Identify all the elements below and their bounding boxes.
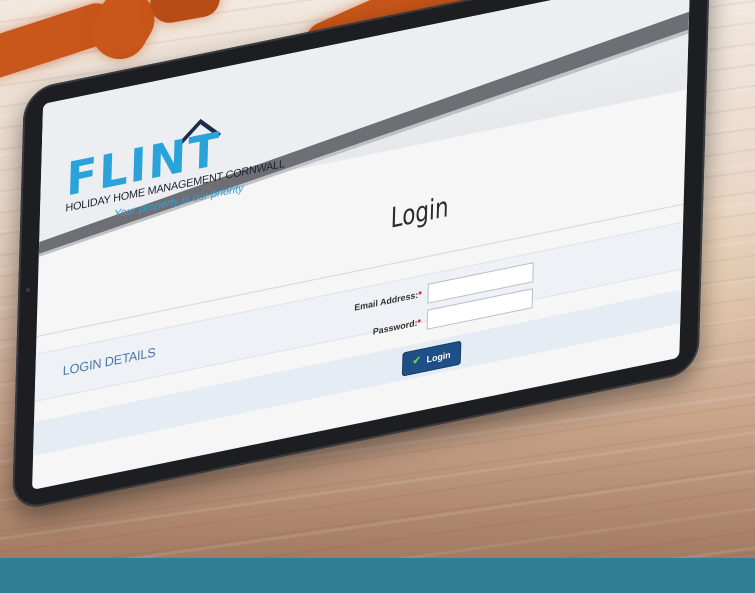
- footer-band: [0, 558, 755, 593]
- camera-icon: [26, 287, 31, 293]
- required-marker: *: [417, 316, 422, 328]
- login-button-label: Login: [426, 349, 451, 365]
- check-icon: ✔: [412, 354, 421, 368]
- required-marker: *: [418, 288, 422, 300]
- page-title: Login: [390, 189, 450, 235]
